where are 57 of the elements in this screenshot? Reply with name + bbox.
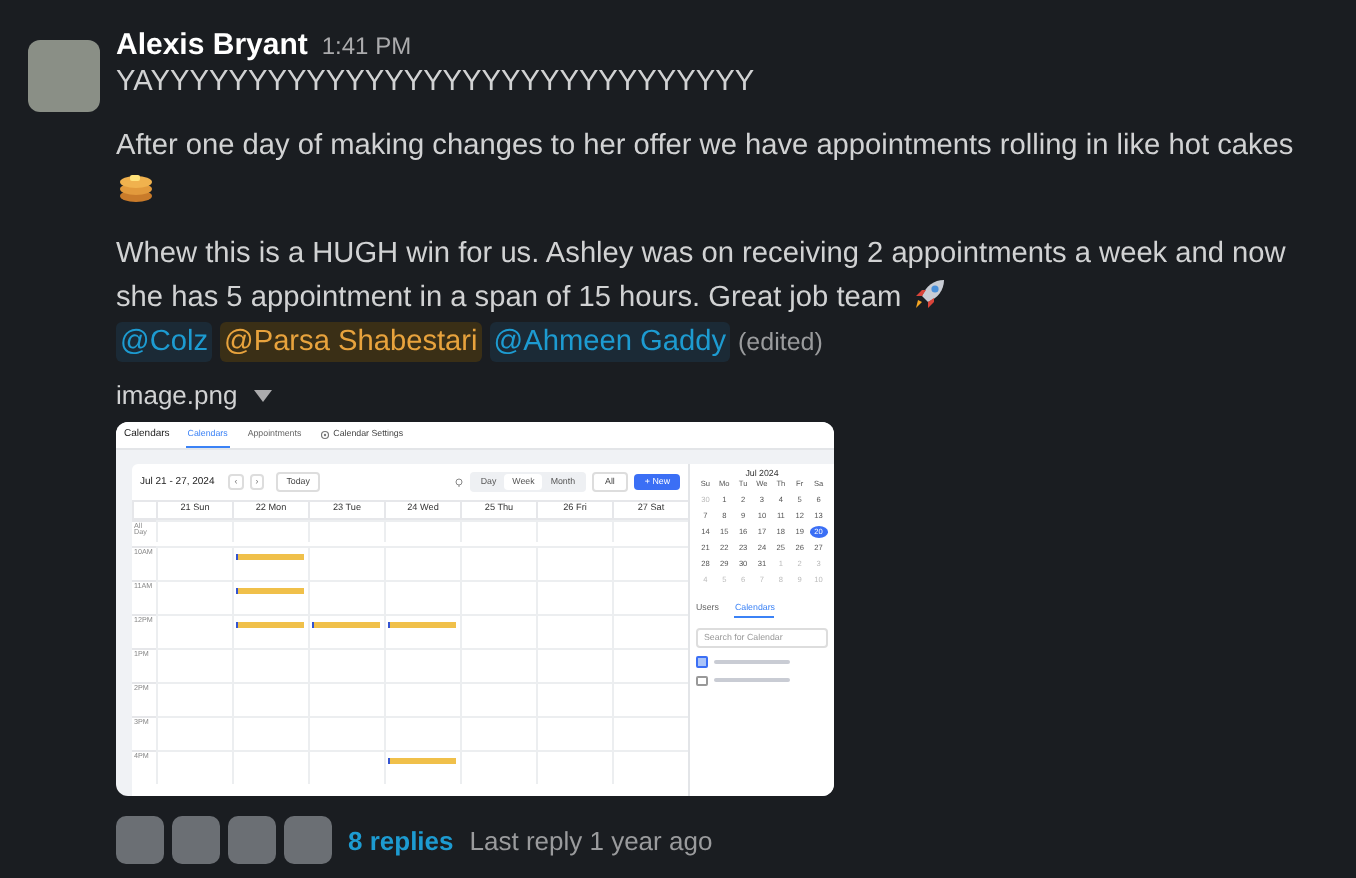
calendar-cell[interactable] (232, 545, 308, 580)
all-day-cell[interactable] (384, 519, 460, 542)
settings-icon[interactable] (319, 430, 330, 440)
calendar-cell[interactable] (384, 613, 460, 648)
user-avatar[interactable] (28, 40, 100, 112)
calendar-cell[interactable] (612, 579, 688, 614)
participant-avatar[interactable] (172, 816, 220, 864)
calendar-cell[interactable] (156, 681, 232, 716)
last-reply-time: Last reply 1 year ago (469, 825, 713, 855)
calendar-cell[interactable] (612, 647, 688, 682)
event-bar[interactable] (388, 621, 456, 628)
calendar-cell[interactable] (612, 613, 688, 648)
calendar-cell[interactable] (232, 613, 308, 648)
event-bar[interactable] (236, 621, 304, 628)
blurred-text-line (713, 659, 789, 664)
all-day-cell[interactable] (612, 519, 688, 542)
calendar-cell[interactable] (612, 715, 688, 750)
calendar-cell[interactable] (156, 647, 232, 682)
calendar-cell[interactable] (156, 579, 232, 614)
event-bar[interactable] (312, 621, 380, 628)
message-text: Whew this is a HUGH win for us. Ashley was on receiving 2 appointments a week and now she has 5 appointment in a span of 15 hours. Great job team (116, 236, 1288, 318)
all-day-cell[interactable] (156, 519, 232, 542)
blurred-text-line (713, 678, 789, 683)
message-time[interactable]: 1:41 PM (321, 32, 412, 60)
all-day-cell[interactable] (232, 519, 308, 542)
calendar-cell[interactable] (612, 545, 688, 580)
calendar-cell[interactable] (612, 749, 688, 784)
author-name[interactable]: Alexis Bryant (116, 28, 308, 62)
all-day-cell[interactable] (308, 519, 384, 542)
event-bar[interactable] (236, 587, 304, 594)
participant-avatar[interactable] (228, 816, 276, 864)
event-bar[interactable] (236, 553, 304, 560)
calendar-cell[interactable] (156, 749, 232, 784)
edited-label: (edited) (738, 326, 823, 360)
calendar-cell[interactable] (612, 681, 688, 716)
calendar-cell[interactable] (308, 613, 384, 648)
replies-link[interactable]: 8 replies (348, 825, 454, 855)
calendar-cell[interactable] (232, 579, 308, 614)
checkbox[interactable] (696, 656, 707, 668)
user-mention[interactable]: @Ahmeen Gaddy (489, 322, 731, 362)
attachment-filename[interactable]: image.png (116, 380, 238, 410)
all-day-cell[interactable] (536, 519, 612, 542)
calendar-cell[interactable] (156, 545, 232, 580)
user-mention[interactable]: @Parsa Shabestari (220, 322, 482, 362)
calendar-cell[interactable] (156, 613, 232, 648)
calendar-cell[interactable] (156, 715, 232, 750)
message-text: After one day of making changes to her offer we have appointments rolling in like hot cakes (116, 126, 1336, 210)
message-text: YAYYYYYYYYYYYYYYYYYYYYYYYYYYYYYYY (116, 64, 757, 102)
lightbulb-icon[interactable] (454, 477, 465, 487)
participant-avatar[interactable] (116, 816, 164, 864)
calendar-cell[interactable] (384, 749, 460, 784)
event-bar[interactable] (388, 757, 456, 764)
checkbox[interactable] (696, 675, 707, 687)
user-mention[interactable]: @Colz (116, 322, 213, 362)
participant-avatar[interactable] (284, 816, 332, 864)
caret-icon[interactable] (253, 389, 272, 401)
all-day-cell[interactable] (460, 519, 536, 542)
